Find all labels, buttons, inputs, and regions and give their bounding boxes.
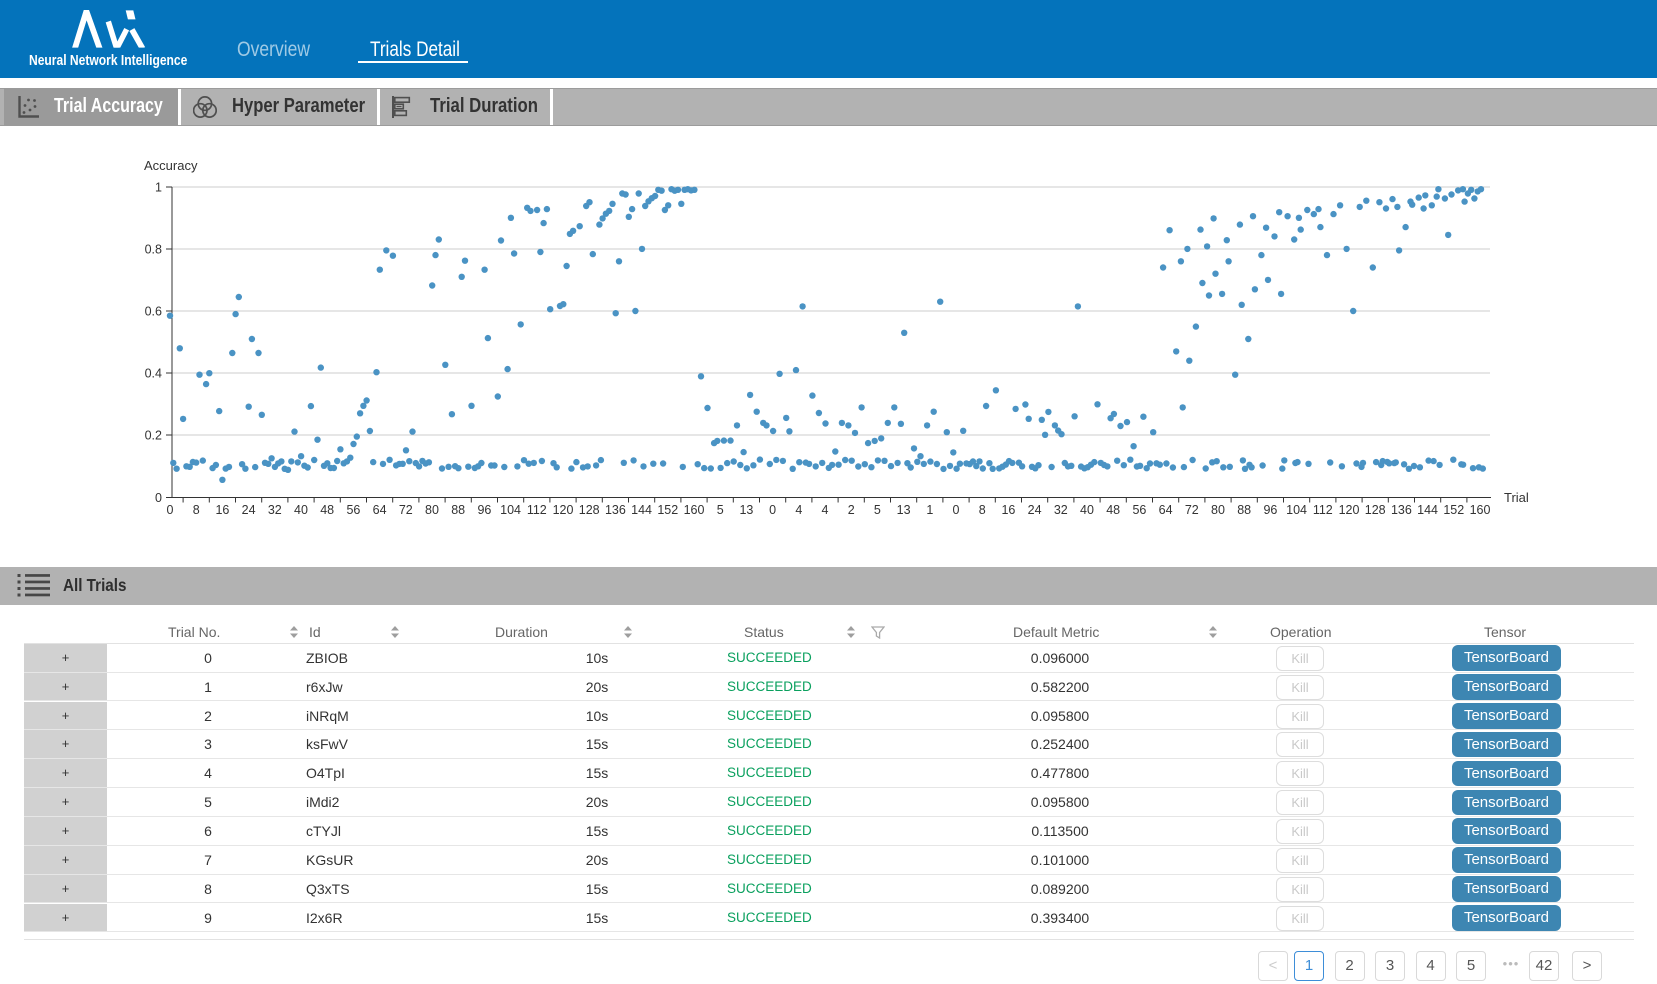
svg-text:0.2: 0.2: [145, 429, 162, 443]
svg-text:32: 32: [268, 503, 282, 517]
svg-text:144: 144: [631, 503, 652, 517]
svg-text:88: 88: [1237, 503, 1251, 517]
svg-text:16: 16: [1001, 503, 1015, 517]
svg-text:16: 16: [215, 503, 229, 517]
svg-text:13: 13: [897, 503, 911, 517]
svg-text:13: 13: [739, 503, 753, 517]
svg-text:48: 48: [320, 503, 334, 517]
svg-text:4: 4: [795, 503, 802, 517]
svg-text:136: 136: [1391, 503, 1412, 517]
svg-text:120: 120: [553, 503, 574, 517]
svg-text:64: 64: [1159, 503, 1173, 517]
svg-text:160: 160: [1470, 503, 1491, 517]
svg-text:104: 104: [1286, 503, 1307, 517]
svg-text:0: 0: [155, 491, 162, 505]
svg-text:32: 32: [1054, 503, 1068, 517]
svg-text:5: 5: [874, 503, 881, 517]
svg-text:Accuracy: Accuracy: [144, 158, 198, 173]
svg-text:72: 72: [1185, 503, 1199, 517]
svg-text:Trial: Trial: [1504, 490, 1529, 505]
svg-text:136: 136: [605, 503, 626, 517]
svg-text:152: 152: [1443, 503, 1464, 517]
svg-text:1: 1: [926, 503, 933, 517]
svg-text:104: 104: [500, 503, 521, 517]
svg-text:0.8: 0.8: [145, 243, 162, 257]
svg-text:0: 0: [953, 503, 960, 517]
svg-text:5: 5: [717, 503, 724, 517]
svg-text:8: 8: [979, 503, 986, 517]
svg-text:56: 56: [346, 503, 360, 517]
svg-text:96: 96: [1263, 503, 1277, 517]
svg-text:2: 2: [848, 503, 855, 517]
svg-text:4: 4: [822, 503, 829, 517]
svg-text:88: 88: [451, 503, 465, 517]
svg-text:48: 48: [1106, 503, 1120, 517]
svg-text:112: 112: [1313, 503, 1333, 517]
svg-text:128: 128: [579, 503, 600, 517]
svg-text:64: 64: [373, 503, 387, 517]
svg-text:24: 24: [1028, 503, 1042, 517]
svg-text:40: 40: [294, 503, 308, 517]
svg-text:80: 80: [425, 503, 439, 517]
svg-text:144: 144: [1417, 503, 1438, 517]
svg-text:160: 160: [684, 503, 705, 517]
svg-text:56: 56: [1132, 503, 1146, 517]
svg-text:1: 1: [155, 181, 162, 195]
svg-text:0: 0: [769, 503, 776, 517]
svg-text:120: 120: [1339, 503, 1360, 517]
svg-text:152: 152: [657, 503, 678, 517]
svg-text:0: 0: [167, 503, 174, 517]
svg-text:8: 8: [193, 503, 200, 517]
svg-text:0.4: 0.4: [145, 367, 162, 381]
svg-text:40: 40: [1080, 503, 1094, 517]
svg-text:72: 72: [399, 503, 413, 517]
svg-text:96: 96: [477, 503, 491, 517]
svg-text:24: 24: [242, 503, 256, 517]
svg-text:0.6: 0.6: [145, 305, 162, 319]
svg-text:80: 80: [1211, 503, 1225, 517]
svg-text:112: 112: [527, 503, 547, 517]
svg-text:128: 128: [1365, 503, 1386, 517]
